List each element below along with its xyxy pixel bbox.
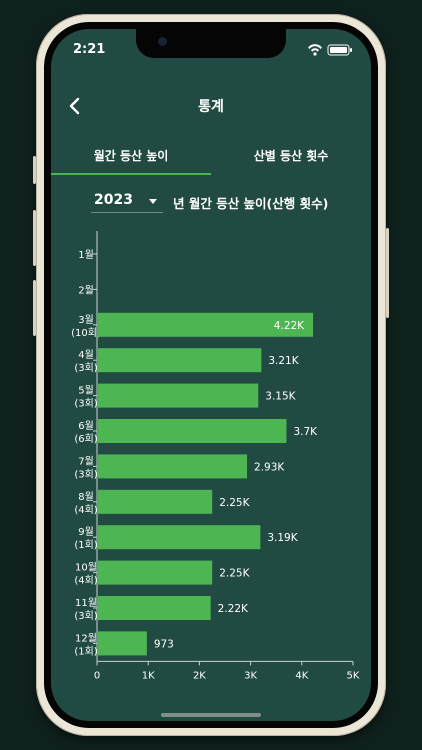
y-tick-label-month: 9월 bbox=[78, 526, 94, 538]
tab-monthly-height[interactable]: 월간 등산 높이 bbox=[51, 147, 211, 164]
year-dropdown[interactable]: 2023 bbox=[91, 192, 163, 213]
y-tick-label-month: 3월 bbox=[78, 314, 94, 326]
tab-mountain-count[interactable]: 산별 등산 횟수 bbox=[211, 147, 371, 164]
camera-icon bbox=[158, 37, 167, 46]
x-tick-label: 2K bbox=[193, 670, 206, 681]
bar-8 bbox=[98, 489, 213, 514]
x-tick-label: 0 bbox=[94, 670, 100, 681]
data-label-7: 2.93K bbox=[254, 461, 285, 473]
dropdown-arrow-icon bbox=[149, 199, 157, 204]
bar-10 bbox=[98, 560, 213, 585]
y-tick-label-month: 12월 bbox=[75, 632, 97, 644]
wifi-icon bbox=[308, 44, 322, 56]
y-tick-label-count: (3회) bbox=[74, 398, 97, 410]
chart-title: 년 월간 등산 높이(산행 횟수) bbox=[173, 196, 329, 211]
volume-down-button bbox=[33, 280, 36, 336]
y-tick-label-count: (4회) bbox=[74, 504, 97, 516]
data-label-12: 973 bbox=[154, 638, 174, 650]
y-tick-label-month: 6월 bbox=[78, 420, 94, 432]
bar-4 bbox=[98, 348, 262, 373]
y-tick-label-count: (1회) bbox=[74, 539, 97, 551]
notch bbox=[136, 29, 286, 58]
y-tick-label-month: 11월 bbox=[75, 597, 97, 609]
active-tab-indicator bbox=[51, 173, 211, 175]
bar-6 bbox=[98, 419, 287, 443]
year-value: 2023 bbox=[94, 192, 133, 208]
y-tick-label-count: (3회) bbox=[74, 610, 97, 622]
battery-icon bbox=[327, 44, 352, 56]
power-button bbox=[386, 228, 389, 318]
home-indicator bbox=[161, 713, 261, 717]
y-tick-label-count: (6회) bbox=[74, 433, 97, 445]
data-label-9: 3.19K bbox=[267, 532, 298, 544]
y-tick-label-count: (10회) bbox=[71, 327, 101, 339]
data-label-10: 2.25K bbox=[219, 568, 250, 580]
y-tick-label-month: 4월 bbox=[78, 349, 94, 361]
phone-bezel: 2:21 통계 월간 등산 높이 산별 등산 횟수 2023 년 월간 등산 높… bbox=[44, 22, 378, 728]
bar-12 bbox=[98, 631, 147, 656]
status-icons bbox=[308, 44, 352, 56]
y-tick-label-month: 5월 bbox=[78, 385, 94, 397]
x-tick-label: 4K bbox=[295, 670, 308, 681]
app-screen: 2:21 통계 월간 등산 높이 산별 등산 횟수 2023 년 월간 등산 높… bbox=[51, 29, 371, 721]
y-tick-label-count: (3회) bbox=[74, 362, 97, 374]
y-tick-label-month: 2월 bbox=[78, 284, 94, 296]
y-tick-label-month: 1월 bbox=[78, 249, 94, 261]
bar-7 bbox=[98, 454, 248, 479]
volume-up-button bbox=[33, 210, 36, 266]
y-tick-label-month: 8월 bbox=[78, 491, 94, 503]
data-label-6: 3.7K bbox=[293, 426, 318, 438]
y-tick-label-month: 10월 bbox=[75, 562, 97, 574]
y-tick-label-count: (4회) bbox=[74, 575, 97, 587]
y-tick-label-count: (3회) bbox=[74, 468, 97, 480]
status-time: 2:21 bbox=[73, 42, 106, 57]
phone-frame: 2:21 통계 월간 등산 높이 산별 등산 횟수 2023 년 월간 등산 높… bbox=[33, 14, 389, 736]
bar-9 bbox=[98, 525, 261, 550]
y-tick-label-count: (1회) bbox=[74, 645, 97, 657]
data-label-3: 4.22K bbox=[274, 320, 305, 332]
data-label-5: 3.15K bbox=[265, 391, 296, 403]
chart-svg: 01K2K3K4K5K등산 높이 (m)1월2월3월(10회)4.22K4월(3… bbox=[71, 231, 360, 681]
y-tick-label-month: 7월 bbox=[78, 455, 94, 467]
data-label-8: 2.25K bbox=[219, 497, 250, 509]
monthly-height-chart: 01K2K3K4K5K등산 높이 (m)1월2월3월(10회)4.22K4월(3… bbox=[51, 219, 371, 684]
x-tick-label: 5K bbox=[347, 670, 360, 681]
bar-5 bbox=[98, 383, 259, 408]
x-tick-label: 3K bbox=[244, 670, 257, 681]
data-label-11: 2.22K bbox=[218, 603, 249, 615]
side-button bbox=[33, 156, 36, 184]
data-label-4: 3.21K bbox=[268, 355, 299, 367]
x-tick-label: 1K bbox=[142, 670, 155, 681]
bar-11 bbox=[98, 596, 211, 620]
page-title: 통계 bbox=[198, 99, 224, 115]
